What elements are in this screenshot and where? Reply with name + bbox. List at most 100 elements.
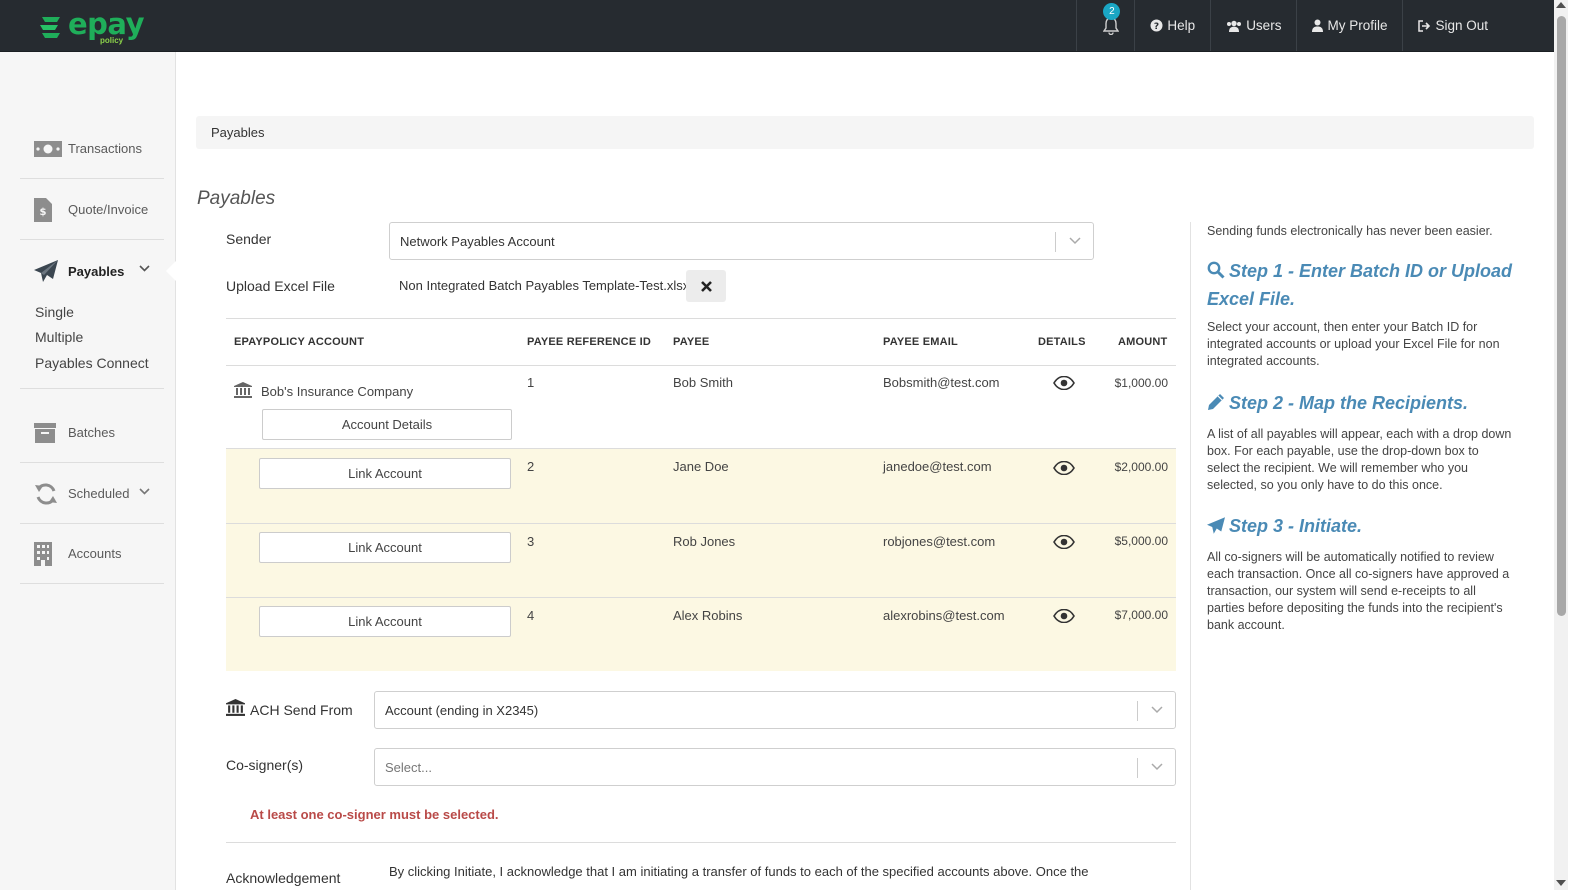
users-icon [1226,20,1242,32]
payee-reference-id: 2 [527,459,535,474]
sidebar-item-payables[interactable]: Payables [20,241,164,301]
step-3-heading: Step 3 - Initiate. [1207,513,1517,541]
sidebar-item-transactions[interactable]: Transactions [20,119,164,179]
account-details-button[interactable]: Account Details [262,409,512,440]
step-1-title: Step 1 - Enter Batch ID or Upload Excel … [1207,261,1513,309]
sidebar: Transactions $ Quote/Invoice Payables Si… [0,52,177,890]
breadcrumb: Payables [196,116,1534,149]
logo-subtext: policy [100,36,124,45]
link-account-button[interactable]: Link Account [259,458,511,489]
sign-out-label: Sign Out [1435,18,1488,33]
sidebar-subitem-single[interactable]: Single [35,304,74,320]
my-profile-link[interactable]: My Profile [1296,0,1402,51]
payee-reference-id: 3 [527,534,535,549]
scrollbar-thumb[interactable] [1557,16,1566,616]
chevron-down-icon[interactable] [139,488,150,495]
scroll-up-arrow[interactable] [1556,2,1566,8]
payee-name: Jane Doe [673,459,729,474]
payee-email: janedoe@test.com [883,459,992,474]
paper-plane-icon [20,260,68,282]
bank-icon [226,699,245,716]
bank-icon [234,382,252,398]
close-icon [700,280,712,292]
question-circle-icon: ? [1150,19,1163,32]
top-nav-links: 2 ? Help Users My Profile Sign Out [1076,0,1568,51]
step-2-text: A list of all payables will appear, each… [1207,427,1512,492]
amount: $5,000.00 [1114,534,1168,548]
remove-file-button[interactable] [686,270,726,302]
sidebar-item-label: Quote/Invoice [68,202,149,217]
acknowledgement-text: By clicking Initiate, I acknowledge that… [389,864,1089,879]
svg-text:?: ? [1154,22,1159,32]
column-header-payee[interactable]: PAYEE [673,336,709,348]
paper-plane-icon [1207,515,1225,541]
scroll-down-arrow[interactable] [1556,880,1566,886]
payee-email: robjones@test.com [883,534,996,549]
column-header-amount[interactable]: AMOUNT [1118,336,1167,348]
payee-reference-id: 1 [527,375,535,390]
uploaded-filename: Non Integrated Batch Payables Template-T… [399,278,690,293]
acknowledgement-label: Acknowledgement [226,870,341,886]
divider [226,318,1176,319]
link-account-button[interactable]: Link Account [259,606,511,637]
eye-icon[interactable] [1053,535,1075,549]
payee-reference-id: 4 [527,608,535,623]
sidebar-item-scheduled[interactable]: Scheduled [20,464,164,524]
payee-name: Alex Robins [673,608,743,623]
amount: $2,000.00 [1114,460,1168,474]
help-label: Help [1167,18,1196,33]
sidebar-item-batches[interactable]: Batches [20,403,164,463]
sidebar-subitem-multiple[interactable]: Multiple [35,329,83,345]
step-2-title: Step 2 - Map the Recipients. [1229,393,1469,413]
step-3-title: Step 3 - Initiate. [1229,516,1363,536]
sidebar-item-quote-invoice[interactable]: $ Quote/Invoice [20,180,164,240]
invoice-icon: $ [20,197,68,222]
payee-email: Bobsmith@test.com [883,375,1000,390]
my-profile-label: My Profile [1327,18,1388,33]
users-link[interactable]: Users [1210,0,1296,51]
help-intro: Sending funds electronically has never b… [1207,224,1493,238]
sidebar-item-label: Batches [68,425,115,440]
sign-out-icon [1418,19,1431,32]
users-label: Users [1246,18,1282,33]
pencil-icon [1207,392,1225,418]
cosigners-select[interactable]: Select... [374,748,1176,786]
help-link[interactable]: ? Help [1134,0,1210,51]
ach-select-value: Account (ending in X2345) [385,702,539,718]
cosigner-error-message: At least one co-signer must be selected. [250,807,499,822]
column-header-reference-id[interactable]: PAYEE REFERENCE ID [527,336,651,348]
sidebar-item-accounts[interactable]: Accounts [20,524,164,584]
ach-send-from-select[interactable]: Account (ending in X2345) [374,691,1176,729]
column-header-payee-email[interactable]: PAYEE EMAIL [883,336,958,348]
column-header-details[interactable]: DETAILS [1038,336,1086,348]
divider [226,842,1176,843]
refresh-icon [20,482,68,506]
epay-logo[interactable]: epay policy [38,7,145,45]
sender-label: Sender [226,231,272,247]
step-3-text: All co-signers will be automatically not… [1207,550,1510,632]
notifications-button[interactable]: 2 [1076,0,1134,51]
ach-send-from-label: ACH Send From [250,702,353,718]
eye-icon[interactable] [1053,376,1075,390]
upload-excel-label: Upload Excel File [226,278,335,294]
link-account-button[interactable]: Link Account [259,532,511,563]
sign-out-link[interactable]: Sign Out [1402,0,1568,51]
amount: $1,000.00 [1114,376,1168,390]
step-2-heading: Step 2 - Map the Recipients. [1207,390,1517,418]
sidebar-item-label: Transactions [68,141,142,156]
breadcrumb-item[interactable]: Payables [211,125,264,140]
chevron-down-icon [1151,763,1163,771]
eye-icon[interactable] [1053,461,1075,475]
table-header-divider [226,365,1176,366]
sidebar-subitem-payables-connect[interactable]: Payables Connect [35,355,149,371]
column-header-account[interactable]: EPAYPOLICY ACCOUNT [234,336,364,348]
logo-mark-icon [40,17,60,38]
logo-text: epay [68,7,145,41]
sender-select[interactable]: Network Payables Account [389,222,1094,260]
chevron-down-icon[interactable] [139,265,150,272]
eye-icon[interactable] [1053,609,1075,623]
select-separator [1137,701,1138,721]
sidebar-item-label: Payables [68,263,125,279]
sidebar-item-label: Accounts [68,546,122,561]
building-icon [20,541,68,566]
